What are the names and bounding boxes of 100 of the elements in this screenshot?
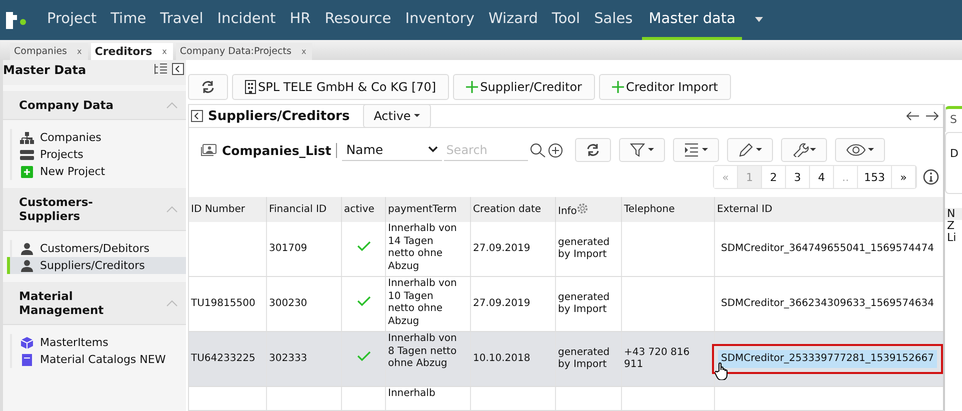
plus-icon (612, 81, 624, 93)
tab[interactable]: Companies x (10, 43, 88, 60)
sidebar-item[interactable]: Customers/Debitors (7, 240, 186, 257)
table-cell: Innerhalb von 14 Tagen netto ohne Abzug (388, 223, 457, 272)
company-button[interactable]: SPL TELE GmbH & Co KG [70] (232, 74, 450, 100)
nav-item[interactable]: Travel (153, 0, 210, 40)
sidebar-item[interactable]: New Project (7, 163, 186, 180)
sidebar-title: Master Data (3, 63, 88, 77)
nav-item[interactable]: Wizard (481, 0, 545, 40)
table-row[interactable]: 301709 Innerhalb von 14 Tagen netto ohne Abzug 27.09.2019 generated by Import SDMCreditor_364749655041_1569574474 (189, 222, 943, 276)
table-cell: SDMCreditor_253339777281_1539152667 (718, 350, 937, 368)
indent-icon (684, 143, 708, 157)
close-icon[interactable]: x (77, 47, 82, 56)
status-dropdown[interactable]: Active (362, 104, 431, 128)
column-header[interactable]: Creation date (470, 197, 556, 222)
refresh-icon (201, 80, 215, 94)
caret-icon (414, 114, 420, 118)
view-button[interactable] (835, 138, 886, 162)
caret-icon[interactable] (754, 17, 764, 23)
add-icon[interactable] (548, 142, 564, 158)
sidebar-item[interactable]: Material Catalogs NEW (7, 351, 186, 368)
column-header[interactable]: ID Number (189, 197, 266, 222)
indent-button[interactable] (673, 138, 720, 162)
table-cell: 301709 (269, 242, 308, 254)
person-icon (20, 260, 34, 272)
list-title: Companies_List (222, 142, 338, 158)
panel-tab[interactable]: S (945, 106, 962, 132)
check-icon (356, 241, 370, 252)
tree-view-icon[interactable] (154, 63, 168, 75)
plus-icon (466, 81, 478, 93)
nav-item[interactable]: Time (104, 0, 154, 40)
column-header[interactable]: Telephone (622, 197, 714, 222)
section-header[interactable]: Customers-Suppliers (3, 188, 186, 231)
settings-button[interactable] (781, 138, 828, 162)
column-header[interactable]: active (342, 197, 386, 222)
tab[interactable]: Creditors x (90, 43, 173, 60)
nav-item[interactable]: Incident (210, 0, 283, 40)
settings-icon[interactable] (576, 202, 588, 214)
nav-item[interactable]: HR (282, 0, 318, 40)
cube-icon (20, 336, 34, 348)
column-header[interactable]: External ID (714, 197, 943, 222)
table-cell: generated by Import (558, 346, 610, 370)
table-cell: Innerhalb (388, 388, 436, 399)
nav-item[interactable]: Tool (544, 0, 588, 40)
close-icon[interactable]: x (162, 47, 167, 56)
org-chart-icon (20, 132, 34, 144)
table-cell: 302333 (269, 352, 308, 364)
table-cell: TU19815500 (191, 298, 256, 309)
refresh-icon (586, 143, 600, 157)
edit-button[interactable] (727, 138, 774, 162)
collapse-icon[interactable] (191, 110, 203, 122)
server-icon (20, 148, 34, 160)
add-button[interactable]: Supplier/Creditor (453, 74, 595, 100)
info-icon[interactable] (923, 169, 939, 185)
person-icon (20, 242, 34, 254)
column-header[interactable]: Info (556, 197, 622, 222)
panel-text: N (945, 208, 962, 220)
panel-text: D (950, 147, 958, 160)
panel-text: Li (946, 232, 958, 244)
table-cell: 27.09.2019 (473, 298, 530, 309)
sort-select[interactable]: Name (342, 139, 442, 161)
tab[interactable]: Company Data:Projects x (176, 43, 312, 60)
table-cell: TU64233225 (191, 352, 256, 364)
refresh-button[interactable] (188, 74, 228, 100)
table-cell-text: SDMCreditor_366234309633_1569574634 (720, 296, 935, 311)
collapse-icon[interactable] (172, 63, 184, 75)
hand-cursor-icon (715, 362, 729, 380)
chevron-icon (428, 146, 438, 153)
tab-label: Companies (14, 46, 68, 57)
add-button[interactable]: Creditor Import (598, 74, 731, 100)
nav-item[interactable]: Inventory (398, 0, 482, 40)
sidebar-item[interactable]: Suppliers/Creditors (7, 257, 186, 274)
sidebar-item[interactable]: Projects (7, 146, 186, 163)
table-cell: generated by Import (558, 292, 610, 315)
filter-icon (630, 143, 654, 157)
forward-arrow-icon[interactable] (925, 111, 939, 121)
table-row[interactable]: TU64233225 302333 Innerhalb von 8 Tagen netto ohne Abzug 10.10.2018 generated by Import +43 720 816 911 SDMCreditor_253339777281_1539152667 (189, 332, 943, 386)
nav-item[interactable]: Sales (587, 0, 640, 40)
panel-title: Suppliers/Creditors (208, 108, 350, 124)
search-icon[interactable] (530, 142, 546, 158)
tab-label: Creditors (94, 45, 152, 58)
sidebar-item[interactable]: MasterItems (7, 334, 186, 351)
catalog-icon (20, 354, 34, 366)
section-header[interactable]: Material Management (3, 282, 186, 325)
list-icon (201, 144, 217, 156)
section-header[interactable]: Company Data (3, 91, 186, 120)
wrench-icon (792, 143, 816, 157)
table-cell-text: SDMCreditor_364749655041_1569574474 (720, 242, 935, 256)
column-header[interactable]: paymentTerm (386, 197, 470, 222)
table-row[interactable]: Innerhalb (189, 386, 943, 410)
nav-item[interactable]: Resource (318, 0, 398, 40)
column-header[interactable]: Financial ID (266, 197, 342, 222)
table-cell: 300230 (269, 298, 308, 309)
close-icon[interactable]: x (301, 47, 306, 56)
refresh-button[interactable] (575, 138, 612, 162)
nav-item[interactable]: Project (40, 0, 104, 40)
sidebar-item[interactable]: Companies (7, 129, 186, 146)
back-arrow-icon[interactable] (906, 111, 920, 121)
table-cell: 27.09.2019 (473, 242, 530, 254)
filter-button[interactable] (619, 138, 666, 162)
